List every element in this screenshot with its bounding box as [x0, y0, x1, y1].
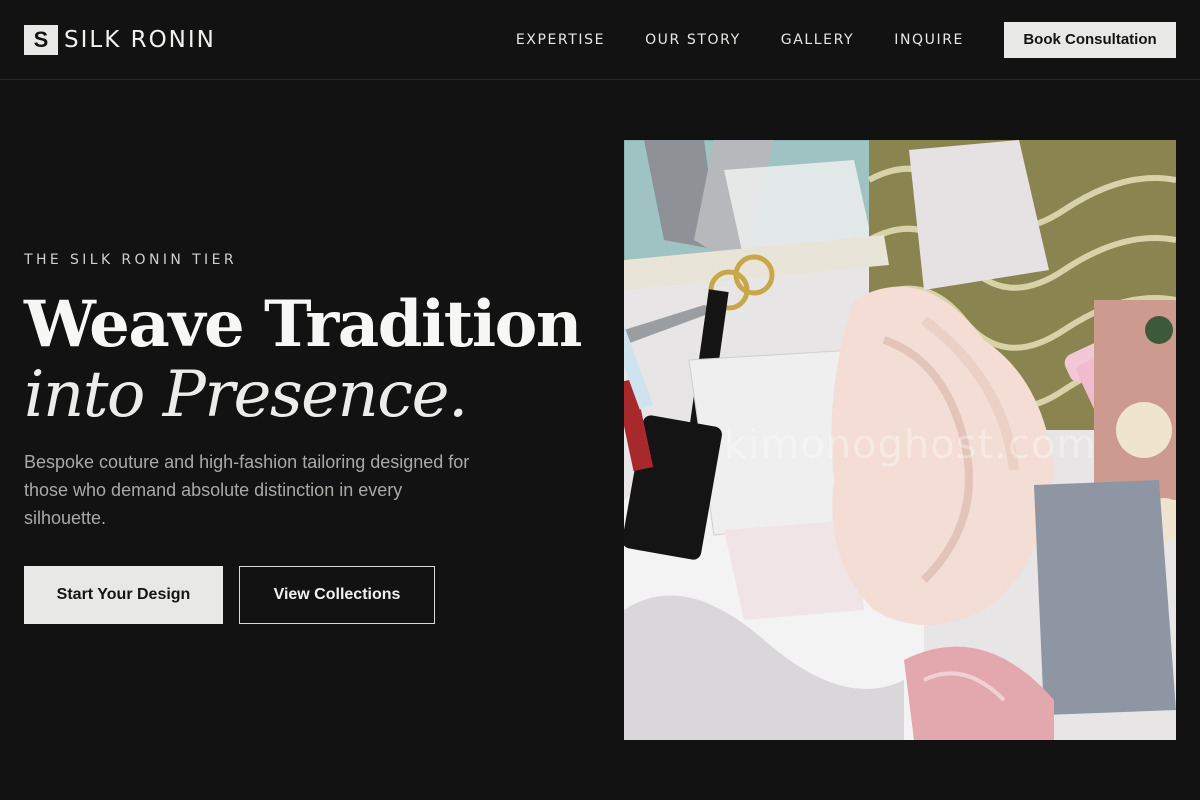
hero-description: Bespoke couture and high-fashion tailori…: [24, 452, 470, 528]
hero-headline: Weave Tradition into Presence.: [24, 287, 584, 432]
nav-link-gallery[interactable]: GALLERY: [781, 32, 854, 48]
main-nav: EXPERTISE OUR STORY GALLERY INQUIRE Book…: [516, 21, 1176, 58]
tailoring-flatlay-photo-icon: [624, 140, 1176, 740]
hero-headline-line-1: Weave Tradition: [24, 287, 582, 362]
nav-link-inquire[interactable]: INQUIRE: [894, 32, 964, 48]
nav-link-expertise[interactable]: EXPERTISE: [516, 32, 605, 48]
hero-cta-row: Start Your Design View Collections: [24, 566, 584, 624]
start-your-design-button[interactable]: Start Your Design: [24, 566, 223, 624]
view-collections-button[interactable]: View Collections: [239, 566, 435, 624]
logo-mark-icon: S: [24, 24, 58, 55]
hero-section: THE SILK RONIN TIER Weave Tradition into…: [24, 252, 584, 624]
brand-logo[interactable]: S SILK RONIN: [24, 24, 216, 55]
brand-name: SILK RONIN: [64, 26, 216, 53]
hero-headline-line-2: into Presence.: [24, 358, 468, 432]
book-consultation-button[interactable]: Book Consultation: [1004, 21, 1176, 58]
hero-image: kimonoghost.com: [624, 140, 1176, 740]
site-header: S SILK RONIN EXPERTISE OUR STORY GALLERY…: [0, 0, 1200, 80]
hero-eyebrow: THE SILK RONIN TIER: [24, 252, 237, 268]
nav-link-our-story[interactable]: OUR STORY: [645, 32, 741, 48]
